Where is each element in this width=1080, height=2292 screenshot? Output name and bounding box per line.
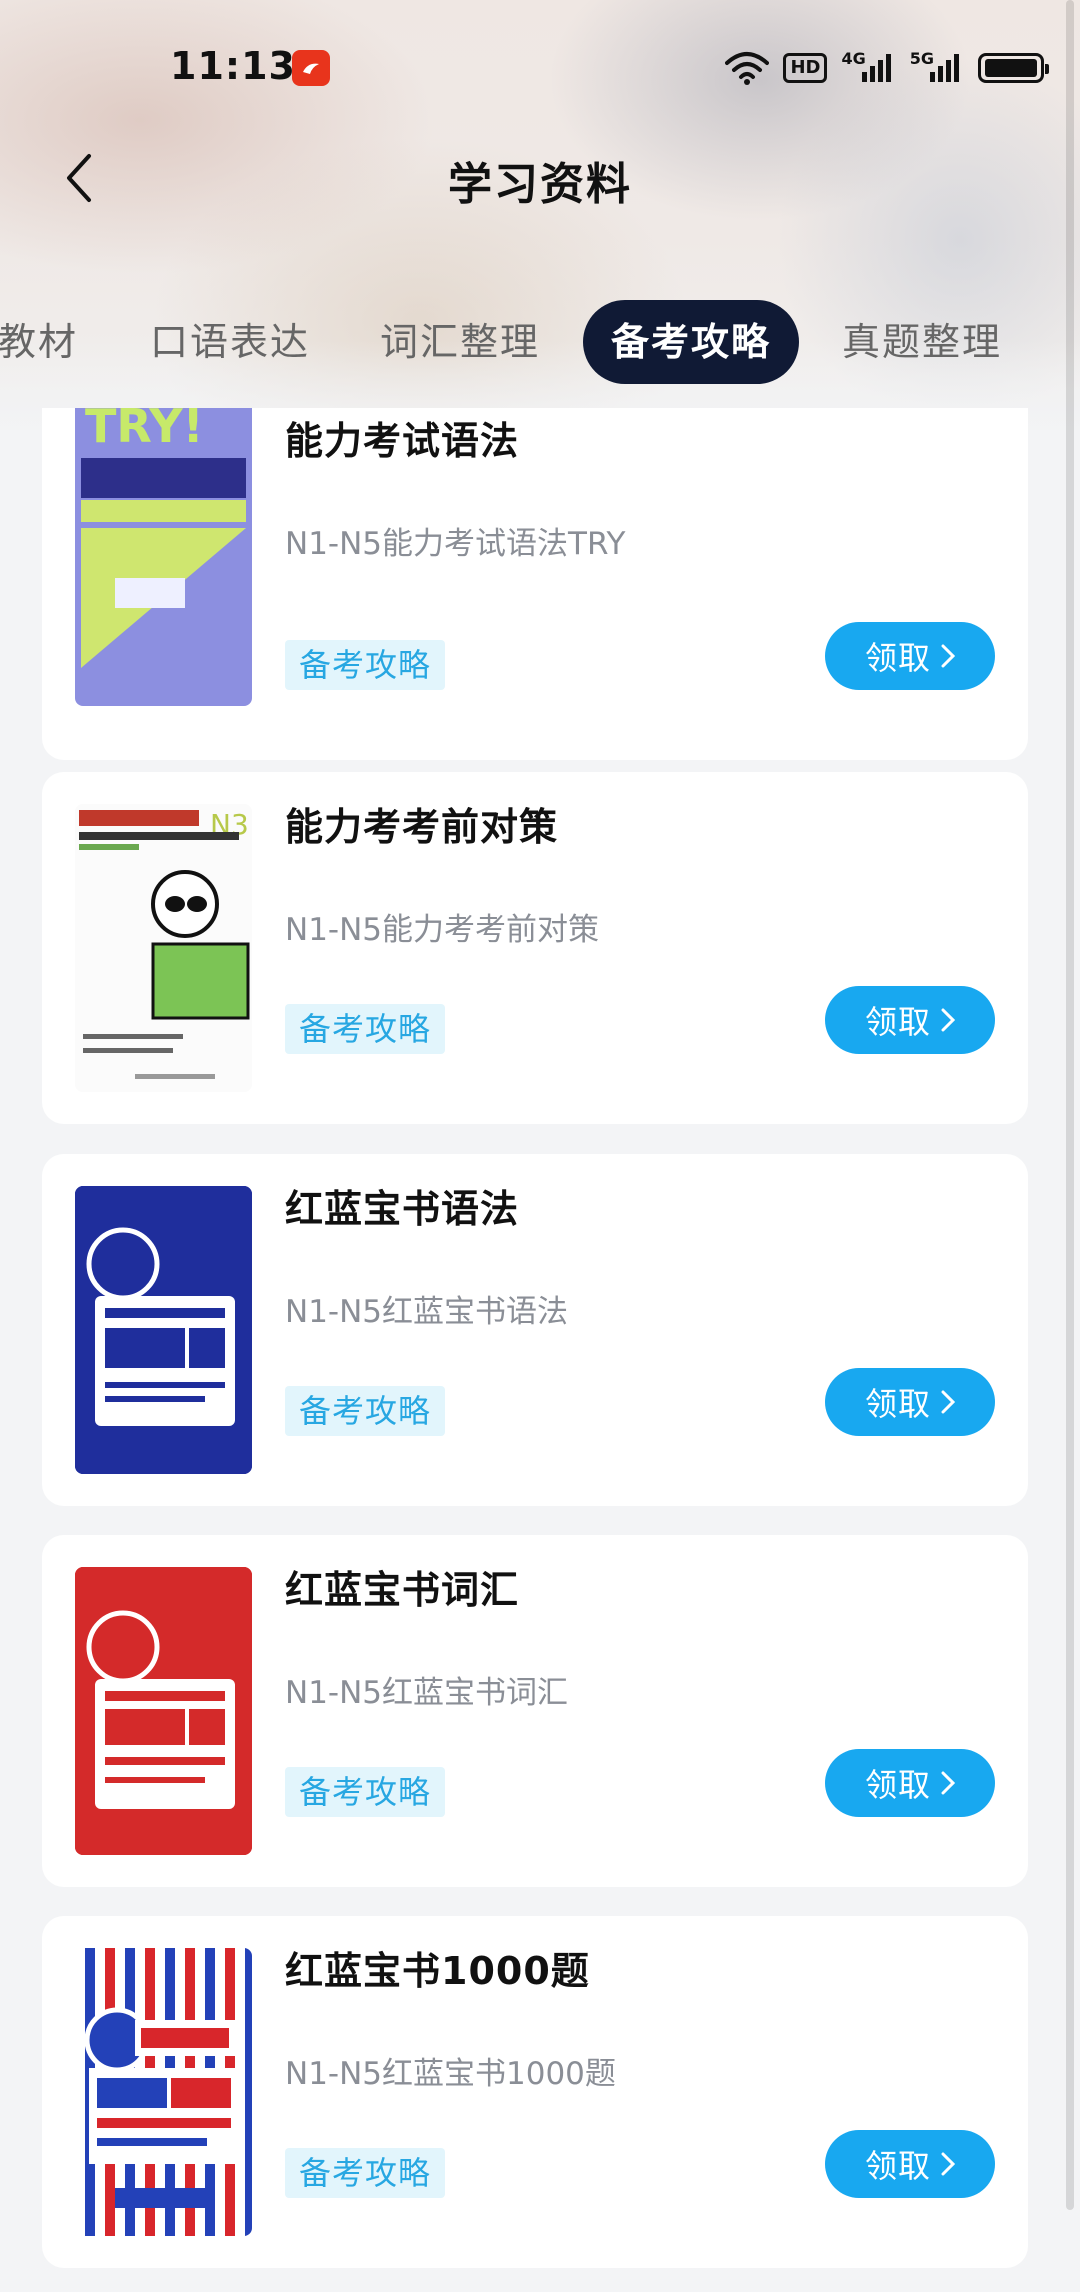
chevron-right-icon [941,1771,955,1795]
chevron-right-icon [941,644,955,668]
list-item[interactable]: 红蓝宝书语法 N1-N5红蓝宝书语法 备考攻略 领取 [42,1154,1028,1506]
item-title: 红蓝宝书词汇 [285,1568,520,1612]
tab-textbook[interactable]: 教材 [0,300,78,384]
chevron-right-icon [941,1008,955,1032]
claim-button-label: 领取 [864,639,931,677]
claim-button[interactable]: 领取 [825,2130,995,2198]
item-tag: 备考攻略 [285,1004,446,1054]
claim-button[interactable]: 领取 [825,986,995,1054]
signal-4g-icon: 4G [841,48,895,84]
status-time: 11:13 [170,44,296,88]
item-title: 红蓝宝书1000题 [285,1949,590,1993]
category-tabs: 教材 口语表达 词汇整理 备考攻略 真题整理 [0,300,1080,386]
item-description: N1-N5红蓝宝书语法 [285,1294,569,1330]
claim-button-label: 领取 [864,2147,931,2185]
item-description: N1-N5能力考试语法TRY [285,526,626,562]
book-cover-image [75,1567,252,1855]
list-item[interactable]: N3 能力考考前对策 N1-N5能力考考前对策 备考攻略 领取 [42,772,1028,1124]
tab-vocabulary[interactable]: 词汇整理 [380,300,540,384]
item-tag: 备考攻略 [285,640,446,690]
claim-button[interactable]: 领取 [825,1749,995,1817]
page-title: 学习资料 [448,159,632,210]
book-cover-image: N3 [75,804,252,1092]
book-cover-image [75,1186,252,1474]
claim-button[interactable]: 领取 [825,1368,995,1436]
battery-icon [978,53,1049,83]
hd-icon: HD [783,53,828,83]
signal-4g-label: 4G [841,48,866,68]
item-title: 能力考试语法 [285,419,520,463]
wifi-icon [725,51,770,85]
tab-exam-strategy[interactable]: 备考攻略 [583,300,800,384]
claim-button-label: 领取 [864,1003,931,1041]
system-icons: HD 4G 5G [725,46,1049,90]
item-tag: 备考攻略 [285,1767,446,1817]
scrollbar[interactable] [1066,0,1074,2210]
item-description: N1-N5能力考考前对策 [285,912,600,948]
list-item[interactable]: TRY! 能力考试语法 N1-N5能力考试语法TRY 备考攻略 领取 [42,408,1028,760]
claim-button[interactable]: 领取 [825,622,995,690]
chevron-right-icon [941,1390,955,1414]
item-title: 红蓝宝书语法 [285,1187,520,1231]
battery-level [985,59,1037,77]
item-title: 能力考考前对策 [285,805,559,849]
chevron-right-icon [941,2152,955,2176]
signal-5g-label: 5G [909,48,934,68]
item-tag: 备考攻略 [285,2148,446,2198]
tab-past-papers[interactable]: 真题整理 [842,300,1002,384]
claim-button-label: 领取 [864,1766,931,1804]
list-item[interactable]: 红蓝宝书词汇 N1-N5红蓝宝书词汇 备考攻略 领取 [42,1535,1028,1887]
signal-5g-icon: 5G [909,48,964,84]
status-bar: 11:13 HD 4G 5G [0,0,1080,130]
book-cover-image: TRY! [75,408,252,706]
claim-button-label: 领取 [864,1385,931,1423]
item-tag: 备考攻略 [285,1386,446,1436]
notification-app-icon [292,50,330,86]
tab-speaking[interactable]: 口语表达 [150,300,310,384]
item-description: N1-N5红蓝宝书词汇 [285,1675,569,1711]
book-cover-image [75,1948,252,2236]
list-item[interactable]: 红蓝宝书1000题 N1-N5红蓝宝书1000题 备考攻略 领取 [42,1916,1028,2268]
item-description: N1-N5红蓝宝书1000题 [285,2056,616,2092]
svg-text:TRY!: TRY! [85,408,204,453]
